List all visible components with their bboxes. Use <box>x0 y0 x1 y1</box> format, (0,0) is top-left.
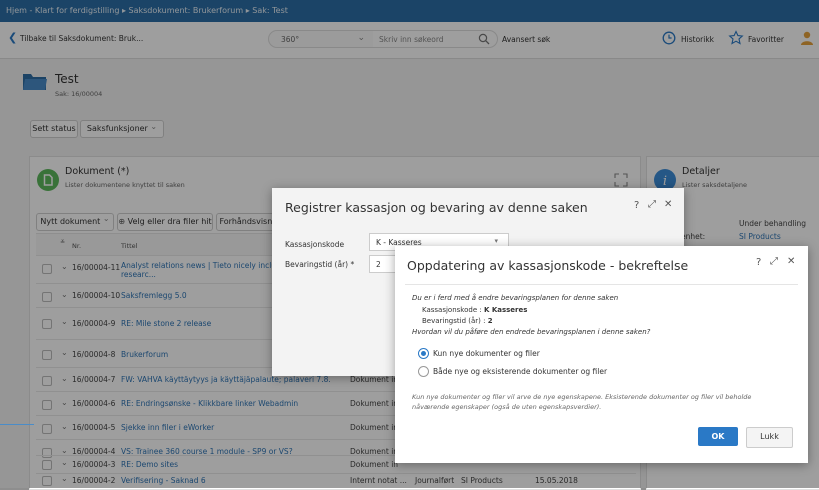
dialog-divider <box>405 284 798 285</box>
time-line-label: Bevaringstid (år) : <box>422 317 486 325</box>
edge-line <box>0 424 34 425</box>
ok-label: OK <box>711 432 725 441</box>
kassasjon-label: Kassasjonskode <box>285 240 345 249</box>
help-icon[interactable]: ? <box>634 200 639 211</box>
note-text-line1: Kun nye dokumenter og filer vil arve de … <box>412 393 752 401</box>
close-label: Lukk <box>760 432 779 441</box>
time-line: Bevaringstid (år) : 2 <box>422 317 493 325</box>
option-all-label[interactable]: Både nye og eksisterende dokumenter og f… <box>433 367 607 376</box>
code-line-label: Kassasjonskode : <box>422 306 482 314</box>
time-line-value: 2 <box>487 317 493 325</box>
option-all-radio[interactable] <box>418 366 429 377</box>
maximize-icon[interactable]: ⤢ <box>648 199 656 210</box>
code-line-value: K Kasseres <box>483 306 528 314</box>
help-icon[interactable]: ? <box>756 257 761 268</box>
bevaring-value: 2 <box>376 260 381 269</box>
note-text-line2: nåværende egenskaper (også de uten egens… <box>412 403 602 411</box>
question-text: Hvordan vil du påføre den endrede bevari… <box>412 328 651 336</box>
confirm-disposal-dialog: Oppdatering av kassasjonskode - bekrefte… <box>395 246 808 463</box>
caret-down-icon: ▾ <box>494 237 498 245</box>
bevaring-label: Bevaringstid (år) * <box>285 260 355 269</box>
confirm-intro-text: Du er i ferd med å endre bevaringsplanen… <box>412 294 619 302</box>
close-icon[interactable]: ✕ <box>787 256 795 267</box>
option-new-only-radio[interactable] <box>418 348 429 359</box>
confirm-disposal-title: Oppdatering av kassasjonskode - bekrefte… <box>407 258 689 273</box>
register-disposal-title: Registrer kassasjon og bevaring av denne… <box>285 200 588 215</box>
option-new-only-label[interactable]: Kun nye dokumenter og filer <box>433 349 540 358</box>
close-button[interactable]: Lukk <box>746 427 793 448</box>
close-icon[interactable]: ✕ <box>664 199 672 210</box>
code-line: Kassasjonskode : K Kasseres <box>422 306 527 314</box>
maximize-icon[interactable]: ⤢ <box>770 256 778 267</box>
ok-button[interactable]: OK <box>698 427 738 446</box>
